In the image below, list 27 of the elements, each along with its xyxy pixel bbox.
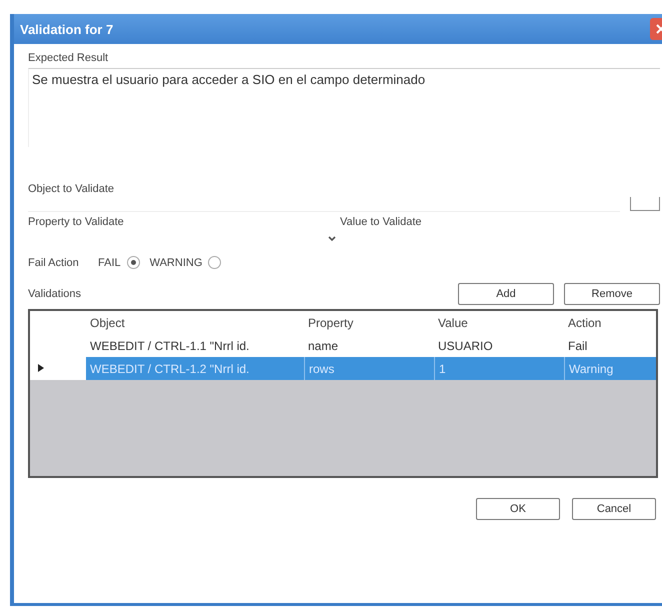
column-header: Property [307, 314, 354, 332]
add-button[interactable]: Add [458, 283, 554, 305]
field-label: Property to Validate [28, 216, 124, 228]
window-title: Validation for 7 [20, 22, 114, 36]
column-header: Object [89, 314, 126, 332]
section-label: Validations [28, 288, 81, 300]
table-cell[interactable]: name [304, 334, 434, 357]
column-header: Value [437, 314, 469, 332]
table-cell[interactable]: USUARIO [434, 334, 564, 357]
field-label: Fail Action [28, 256, 79, 268]
remove-button[interactable]: Remove [564, 283, 660, 305]
radio-label: WARNING [150, 256, 202, 268]
column-header: Action [567, 314, 602, 332]
expected-result-field[interactable]: Se muestra el usuario para acceder a SIO en el campo determinado [28, 68, 660, 147]
table-cell[interactable]: WEBEDIT / CTRL-1.1 "Nrrl id. [86, 334, 304, 357]
radio-button[interactable] [208, 256, 222, 269]
ok-button[interactable]: OK [476, 498, 560, 520]
field-label: Expected Result [28, 52, 110, 64]
dropdown-chevron-icon[interactable] [328, 236, 336, 242]
cancel-button[interactable]: Cancel [572, 498, 656, 520]
radio-button[interactable] [126, 256, 140, 269]
row-indicator-icon [38, 364, 44, 372]
table-cell[interactable]: Fail [564, 334, 656, 357]
browse-button[interactable] [630, 196, 660, 210]
field-label: Object to Validate [28, 183, 116, 195]
field-label: Value to Validate [340, 216, 422, 228]
radio-label: FAIL [98, 256, 121, 268]
